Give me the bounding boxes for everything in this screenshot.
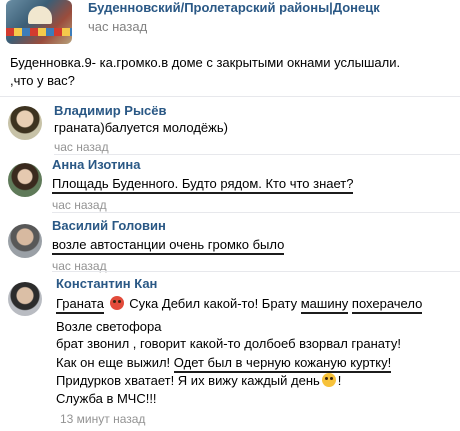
avatar[interactable]: [8, 282, 42, 316]
post-text: Буденновка.9- ка.громко.в доме с закрыты…: [10, 54, 450, 90]
comment-fragment: !: [337, 373, 342, 388]
group-avatar[interactable]: [6, 0, 72, 44]
comment-fragment: Как он еще выжил!: [56, 355, 171, 370]
comment-text-underlined: Площадь Буденного. Будто рядом. Кто что …: [52, 176, 354, 194]
comment-author[interactable]: Владимир Рысёв: [54, 103, 167, 118]
divider: [0, 96, 460, 97]
comment-text-line: Граната Сука Дебил какой-то! Брату машин…: [56, 295, 423, 314]
comment-text-line: брат звонил , говорит какой-то долбоеб в…: [56, 336, 401, 351]
divider: [54, 154, 460, 155]
comment-fragment: Сука Дебил какой-то! Брату: [129, 296, 298, 311]
avatar[interactable]: [8, 224, 42, 258]
comment-text: Площадь Буденного. Будто рядом. Кто что …: [52, 175, 354, 194]
comment-text-line: Возле светофора: [56, 319, 162, 334]
comment-time[interactable]: час назад: [54, 140, 109, 154]
comment-text: граната)балуется молодёжь): [54, 120, 228, 135]
avatar-stripe: [6, 28, 72, 36]
comment-time[interactable]: час назад: [52, 198, 107, 212]
comment-author[interactable]: Василий Головин: [52, 218, 166, 233]
comment-text-line: Как он еще выжил! Одет был в черную кожа…: [56, 354, 392, 373]
comment-author[interactable]: Анна Изотина: [52, 157, 140, 172]
divider: [52, 212, 460, 213]
comment-fragment: Придурков хватает! Я их вижу каждый день: [56, 373, 320, 388]
comment-time[interactable]: 13 минут назад: [60, 412, 145, 426]
comment-author[interactable]: Константин Кан: [56, 276, 157, 291]
underlined-phrase: Одет был в черную кожаную куртку!: [173, 355, 392, 373]
comment-text-line: Придурков хватает! Я их вижу каждый день…: [56, 372, 341, 390]
avatar-figure: [28, 6, 52, 24]
underlined-word: похерачело: [351, 296, 423, 314]
comment-text-underlined: возле автостанции очень громко было: [52, 237, 285, 255]
underlined-word: машину: [300, 296, 349, 314]
avatar[interactable]: [8, 106, 42, 140]
avatar[interactable]: [8, 163, 42, 197]
post-time[interactable]: час назад: [88, 19, 147, 34]
angry-emoji-icon: [109, 296, 124, 310]
comment-text-line: Служба в МЧС!!!: [56, 391, 157, 406]
post-text-line: Буденновка.9- ка.громко.в доме с закрыты…: [10, 55, 401, 70]
post-text-line: ,что у вас?: [10, 73, 75, 88]
underlined-word: Граната: [56, 296, 104, 314]
divider: [52, 271, 460, 272]
group-name-link[interactable]: Буденновский/Пролетарский районы|Донецк: [88, 0, 380, 15]
laughing-emoji-icon: [321, 373, 336, 387]
comment-text: возле автостанции очень громко было: [52, 236, 285, 255]
